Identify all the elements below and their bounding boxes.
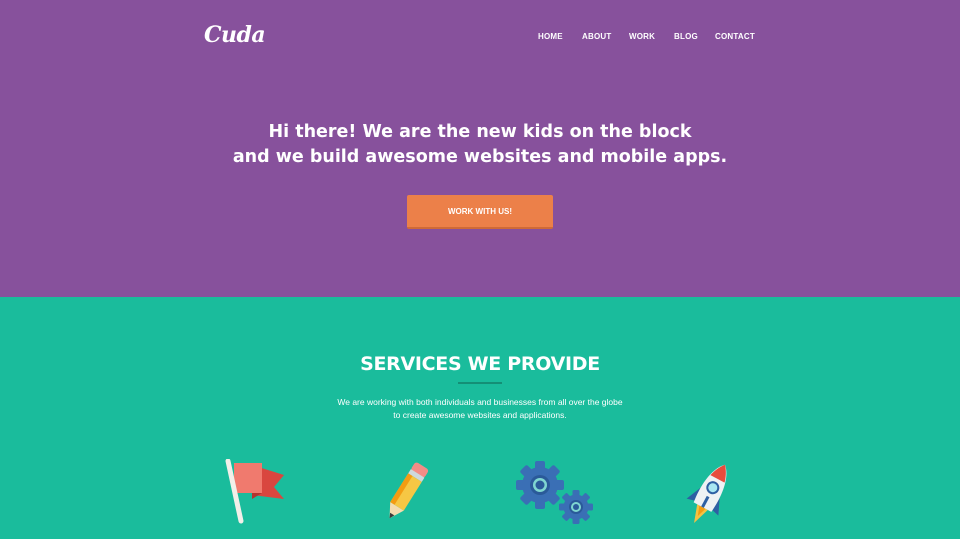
flag-icon	[222, 459, 288, 525]
nav-about[interactable]: ABOUT	[582, 32, 611, 41]
hero-line-2: and we build awesome websites and mobile…	[232, 147, 728, 167]
services-section: SERVICES WE PROVIDE We are working with …	[0, 297, 960, 539]
nav-contact[interactable]: CONTACT	[715, 32, 755, 41]
nav-work[interactable]: WORK	[629, 32, 655, 41]
services-title: SERVICES WE PROVIDE	[360, 353, 600, 375]
main-nav: HOME ABOUT WORK BLOG CONTACT	[0, 32, 960, 44]
nav-blog[interactable]: BLOG	[674, 32, 698, 41]
services-desc-line-1: We are working with both individuals and…	[337, 397, 623, 407]
services-description: We are working with both individuals and…	[0, 396, 960, 422]
pencil-icon	[378, 457, 434, 527]
rocket-icon	[680, 457, 740, 529]
services-desc-line-2: to create awesome websites and applicati…	[393, 410, 567, 420]
work-with-us-button[interactable]: WORK WITH US!	[407, 195, 553, 229]
hero-section: Cuda HOME ABOUT WORK BLOG CONTACT Hi the…	[0, 0, 960, 297]
hero-headline: Hi there! We are the new kids on the blo…	[0, 120, 960, 170]
hero-line-1: Hi there! We are the new kids on the blo…	[268, 122, 692, 142]
gears-icon	[512, 457, 602, 529]
nav-home[interactable]: HOME	[538, 32, 563, 41]
title-divider	[458, 382, 502, 384]
